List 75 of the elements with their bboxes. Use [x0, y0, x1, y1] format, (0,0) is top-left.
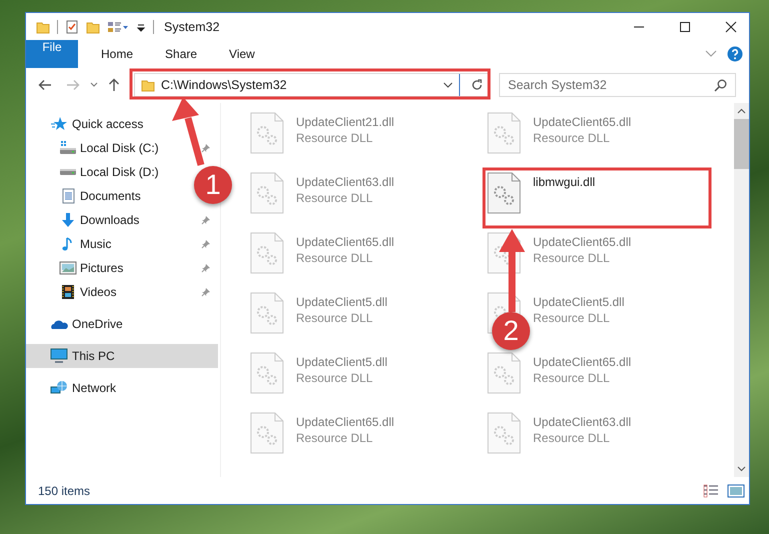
pin-icon[interactable] [201, 239, 211, 249]
nav-item[interactable]: OneDrive [26, 312, 127, 336]
nav-item[interactable]: Local Disk (D:) [26, 160, 163, 184]
ribbon-tab[interactable]: View [213, 40, 271, 68]
file-name[interactable]: UpdateClient65.dll [533, 115, 632, 129]
item-count: 150 items [38, 484, 90, 498]
pin-icon[interactable] [201, 263, 211, 273]
address-field[interactable]: C:\Windows\System32 [134, 73, 489, 97]
details-view-icon[interactable] [703, 484, 719, 498]
help-icon[interactable] [727, 46, 743, 62]
nav-item[interactable]: Local Disk (C:) [26, 136, 218, 160]
dll-file-icon[interactable] [487, 172, 521, 214]
nav-item[interactable]: Downloads [26, 208, 218, 232]
ribbon-tab[interactable]: Share [149, 40, 214, 68]
file-type: Resource DLL [296, 371, 374, 385]
checklist-icon[interactable] [65, 20, 79, 34]
nav-item[interactable]: Music [26, 232, 218, 256]
properties-icon[interactable] [107, 20, 129, 34]
file-type: Resource DLL [533, 251, 611, 265]
ribbon-tab[interactable]: Home [85, 40, 150, 68]
chevron-down-icon[interactable] [705, 50, 717, 58]
down-arrow-icon [59, 212, 77, 228]
file-name[interactable]: UpdateClient63.dll [533, 415, 632, 429]
file-type: Resource DLL [296, 431, 374, 445]
forward-arrow-icon[interactable] [66, 79, 80, 91]
annotation-arrow [172, 97, 204, 166]
file-type: Resource DLL [533, 431, 611, 445]
pin-icon[interactable] [201, 215, 211, 225]
star-icon [50, 116, 68, 132]
scrollbar-thumb[interactable] [734, 119, 749, 169]
pin-icon[interactable] [201, 287, 211, 297]
nav-item[interactable]: Quick access [26, 112, 148, 136]
large-icons-view-icon[interactable] [727, 484, 745, 498]
nav-item[interactable]: Pictures [26, 256, 218, 280]
file-name[interactable]: UpdateClient5.dll [533, 295, 624, 309]
file-name[interactable]: libmwgui.dll [533, 175, 596, 189]
folder-icon [36, 20, 50, 34]
pin-icon[interactable] [201, 143, 211, 153]
file-name[interactable]: UpdateClient63.dll [296, 175, 394, 189]
nav-item[interactable]: Network [26, 376, 120, 400]
folder-icon[interactable] [86, 20, 100, 34]
film-icon [59, 284, 77, 300]
file-name[interactable]: UpdateClient65.dll [533, 355, 632, 369]
window-title: System32 [164, 20, 220, 34]
nav-item[interactable]: Documents [26, 184, 145, 208]
folder-icon [141, 78, 155, 92]
search-icon[interactable] [714, 79, 727, 92]
file-type: Resource DLL [296, 131, 374, 145]
file-name[interactable]: UpdateClient65.dll [533, 235, 632, 249]
file-name[interactable]: UpdateClient21.dll [296, 115, 394, 129]
file-type: Resource DLL [533, 131, 611, 145]
close-icon[interactable] [725, 20, 737, 32]
file-type: Resource DLL [533, 371, 611, 385]
maximize-icon[interactable] [679, 20, 691, 32]
drive-icon [59, 168, 77, 176]
up-arrow-icon[interactable] [108, 78, 120, 92]
file-type: Resource DLL [296, 311, 374, 325]
file-type: Resource DLL [296, 251, 374, 265]
drive-icon [59, 140, 77, 156]
picture-icon [59, 260, 77, 276]
dropdown-icon[interactable] [443, 82, 453, 88]
monitor-icon [50, 348, 68, 364]
search-field[interactable]: Search System32 [499, 73, 736, 97]
file-type: Resource DLL [533, 311, 611, 325]
back-arrow-icon[interactable] [38, 79, 52, 91]
file-name[interactable]: UpdateClient5.dll [296, 355, 388, 369]
nav-item[interactable]: This PC [26, 344, 218, 368]
file-name[interactable]: UpdateClient65.dll [296, 235, 394, 249]
file-menu-button[interactable]: File [26, 40, 78, 68]
network-icon [50, 380, 68, 396]
nav-item[interactable]: Videos [26, 280, 218, 304]
vertical-scrollbar[interactable] [734, 103, 749, 477]
file-name[interactable]: UpdateClient5.dll [296, 295, 388, 309]
file-type: Resource DLL [296, 191, 374, 205]
file-name[interactable]: UpdateClient65.dll [296, 415, 394, 429]
